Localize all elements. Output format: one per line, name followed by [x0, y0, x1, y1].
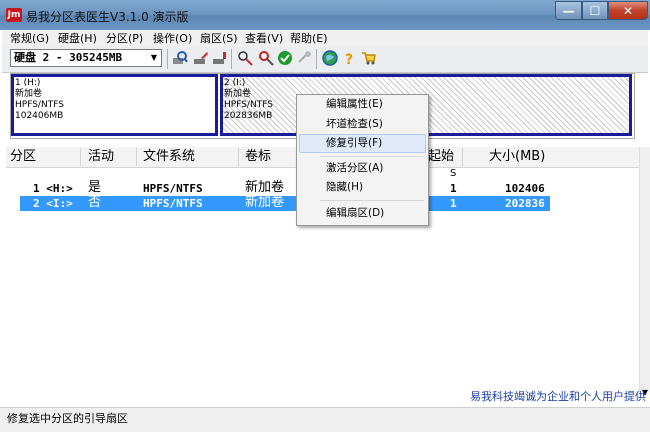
partition-block-1[interactable]: 1 (H:) 新加卷 HPFS/NTFS 102406MB [11, 74, 218, 136]
status-text: 修复选中分区的引导扇区 [7, 412, 128, 425]
partition-name: 新加卷 [15, 89, 43, 99]
ctx-edit-properties[interactable]: 编辑属性(E) [298, 95, 427, 114]
row-start: 1 [450, 182, 457, 195]
column-header-partition[interactable]: 分区 [10, 148, 36, 166]
partition-size: 102406MB [15, 111, 64, 121]
menu-separator [320, 156, 424, 157]
toolbar-separator [316, 49, 317, 69]
menu-partition[interactable]: 分区(P) [106, 31, 143, 46]
ctx-repair-boot[interactable]: 修复引导(F) [298, 134, 427, 153]
row-size: 102406 [505, 182, 545, 195]
partition-id: 2 (I:) [224, 78, 246, 88]
ctx-bad-sector-check[interactable]: 坏道检查(S) [298, 115, 427, 134]
partition-id: 1 (H:) [15, 78, 41, 88]
row-filesystem: HPFS/NTFS [143, 182, 203, 195]
row-label: 新加卷 [245, 180, 285, 195]
ctx-edit-sector[interactable]: 编辑扇区(D) [298, 204, 427, 223]
cart-icon[interactable] [361, 50, 377, 66]
close-button[interactable]: ✕ [608, 1, 648, 20]
partition-tool-icon[interactable] [237, 50, 253, 66]
menu-separator [320, 200, 424, 201]
column-header-start[interactable]: 起始 [428, 148, 454, 166]
magnifier-icon[interactable] [258, 50, 274, 66]
check-icon[interactable] [277, 50, 293, 66]
svg-text:?: ? [345, 52, 353, 66]
column-header-size[interactable]: 大小(MB) [489, 148, 545, 166]
row-label: 新加卷 [245, 195, 285, 210]
disk-select[interactable]: 硬盘 2 - 305245MB [10, 49, 162, 67]
column-divider[interactable] [136, 148, 137, 166]
menu-general[interactable]: 常规(G) [10, 31, 49, 46]
minimize-button[interactable]: — [555, 1, 582, 20]
globe-icon[interactable] [322, 50, 338, 66]
maximize-button[interactable]: ☐ [582, 1, 608, 20]
app-logo-icon: Jm [6, 8, 22, 22]
column-header-label[interactable]: 卷标 [245, 148, 271, 166]
row-start: 1 [450, 197, 457, 210]
restore-drive-icon[interactable] [212, 50, 228, 66]
menu-operation[interactable]: 操作(O) [153, 31, 192, 46]
menu-disk[interactable]: 硬盘(H) [58, 31, 97, 46]
row-active: 是 [88, 180, 102, 195]
toolbar-separator [167, 49, 168, 69]
ad-banner-text[interactable]: 易我科技竭诚为企业和个人用户提供 [470, 388, 646, 404]
column-divider[interactable] [238, 148, 239, 166]
ctx-hide[interactable]: 隐藏(H) [298, 178, 427, 197]
menu-help[interactable]: 帮助(E) [290, 31, 328, 46]
window-title: 易我分区表医生V3.1.0 演示版 [26, 10, 189, 24]
refresh-icon[interactable] [296, 50, 312, 66]
backup-drive-icon[interactable] [193, 50, 209, 66]
row-filesystem: HPFS/NTFS [143, 197, 203, 210]
partition-fs: HPFS/NTFS [15, 100, 64, 110]
start-subheader: S [450, 168, 457, 179]
column-divider[interactable] [80, 148, 81, 166]
vertical-scrollbar[interactable] [639, 147, 650, 392]
menu-view[interactable]: 查看(V) [245, 31, 283, 46]
row-size: 202836 [505, 197, 545, 210]
help-icon[interactable]: ? [342, 50, 358, 66]
ctx-activate-partition[interactable]: 激活分区(A) [298, 159, 427, 178]
row-partition[interactable]: 2 <I:> [33, 197, 73, 211]
column-header-active[interactable]: 活动 [88, 148, 114, 166]
search-drive-icon[interactable] [172, 50, 188, 66]
chevron-down-icon[interactable]: ▼ [147, 50, 161, 66]
column-header-filesystem[interactable]: 文件系统 [143, 148, 195, 166]
column-divider[interactable] [462, 148, 463, 166]
row-partition[interactable]: 1 <H:> [33, 182, 73, 196]
toolbar-separator [231, 49, 232, 69]
row-active: 否 [88, 195, 102, 210]
menu-sector[interactable]: 扇区(S) [200, 31, 238, 46]
